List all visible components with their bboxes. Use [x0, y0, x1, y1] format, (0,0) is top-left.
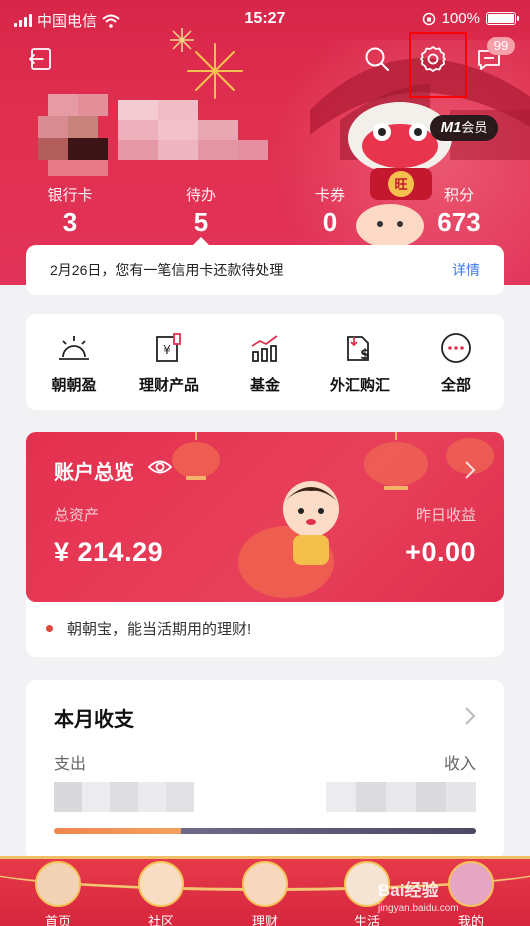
income-portion [180, 828, 476, 834]
battery-percent: 100% [441, 10, 480, 27]
stat-coupons[interactable]: 卡券 0 [285, 184, 375, 238]
sunrise-icon [59, 336, 89, 360]
stat-value: 5 [193, 207, 209, 237]
stat-bank-cards[interactable]: 银行卡 3 [25, 184, 115, 238]
pixelated-user-info [38, 94, 278, 180]
stat-value: 673 [437, 207, 481, 237]
expense-label: 支出 [54, 756, 87, 773]
account-overview-card[interactable]: 账户总览 总资产 ¥ 214.29 昨日收益 +0.00 朝朝宝，能当活期用的理… [26, 432, 504, 657]
dollar-exchange-icon: $ [347, 336, 370, 363]
baidu-jingyan-watermark: Bai经验 jingyan.baidu.com [378, 876, 459, 914]
logout-icon [29, 48, 51, 70]
notice-details-link[interactable]: 详情 [452, 260, 480, 280]
watermark-url: jingyan.baidu.com [378, 903, 459, 914]
more-dots-icon [441, 333, 471, 363]
quick-item-label: 理财产品 [138, 377, 199, 394]
watermark-title: Bai经验 [378, 881, 439, 900]
settings-highlight-box [409, 32, 467, 98]
svg-text:¥: ¥ [163, 343, 171, 357]
member-label: 会员 [461, 120, 488, 135]
notice-bar[interactable]: 2月26日，您有一笔信用卡还款待处理 详情 [26, 245, 504, 295]
quick-item-zhaozhaoying[interactable]: 朝朝盈 [26, 330, 122, 395]
bar-trend-icon [251, 335, 278, 362]
blurred-income-amount [326, 782, 476, 812]
child-mascot [238, 481, 339, 598]
quick-menu: 朝朝盈 ¥ 理财产品 基金 $ 外汇购汇 全部 [26, 314, 504, 410]
tip-dot [46, 625, 53, 632]
tab-label: 理财 [251, 914, 278, 926]
stat-points[interactable]: 积分 673 [414, 184, 504, 238]
search-button[interactable] [360, 42, 394, 76]
stat-label: 银行卡 [47, 187, 93, 204]
income-expense-ratio-bar [54, 828, 476, 834]
stat-label: 卡券 [314, 187, 345, 204]
tab-home[interactable]: 首页 [23, 861, 93, 926]
community-mascot-icon [138, 861, 184, 907]
tab-wealth[interactable]: 理财 [230, 861, 300, 926]
monthly-summary-card[interactable]: 本月收支 支出 收入 [26, 680, 504, 860]
quick-item-label: 基金 [249, 377, 280, 394]
notice-text: 2月26日，您有一笔信用卡还款待处理 [50, 262, 284, 278]
stat-label: 待办 [185, 187, 216, 204]
eye-icon[interactable] [148, 458, 172, 476]
status-right: 100% [422, 10, 519, 27]
chevron-right-icon[interactable] [464, 460, 476, 480]
quick-item-label: 朝朝盈 [51, 377, 97, 394]
member-level-badge[interactable]: M1会员 [430, 115, 498, 141]
account-overview-title: 账户总览 [54, 462, 134, 484]
message-count-badge: 99 [487, 37, 515, 55]
blurred-expense-amount [54, 782, 194, 812]
total-assets-value: ¥ 214.29 [54, 537, 164, 567]
quick-item-wealth-products[interactable]: ¥ 理财产品 [121, 330, 217, 395]
chevron-right-icon[interactable] [464, 706, 476, 726]
yesterday-income-label: 昨日收益 [415, 507, 476, 524]
wealth-mascot-icon [242, 861, 288, 907]
stat-value: 3 [62, 207, 78, 237]
quick-item-label: 外汇购汇 [329, 377, 390, 394]
total-assets-label: 总资产 [54, 507, 100, 524]
expense-portion [54, 828, 181, 834]
search-icon [365, 47, 389, 71]
yesterday-income-value: +0.00 [405, 537, 476, 567]
logout-button[interactable] [24, 42, 58, 76]
account-tip[interactable]: 朝朝宝，能当活期用的理财! [46, 618, 251, 639]
lantern-decoration [364, 432, 428, 490]
income-label: 收入 [443, 756, 476, 773]
quick-item-label: 全部 [440, 377, 471, 394]
tab-label: 首页 [44, 914, 71, 926]
stat-label: 积分 [443, 187, 474, 204]
home-mascot-icon [35, 861, 81, 907]
quick-item-all[interactable]: 全部 [408, 330, 504, 395]
lantern-decoration [172, 432, 220, 480]
monthly-summary-title: 本月收支 [54, 709, 134, 731]
quick-item-forex[interactable]: $ 外汇购汇 [312, 330, 408, 395]
stat-value: 0 [322, 207, 338, 237]
header-banner: 旺 中国电信 15:27 100% 99 M1会员 银行卡 3 待办 5 卡券 … [0, 0, 530, 285]
quick-item-funds[interactable]: 基金 [217, 330, 313, 395]
member-level: M1 [440, 119, 462, 136]
tab-label: 社区 [147, 914, 174, 926]
stat-todo[interactable]: 待办 5 [156, 184, 246, 238]
tab-community[interactable]: 社区 [126, 861, 196, 926]
orientation-lock-icon [422, 12, 435, 25]
account-tip-text: 朝朝宝，能当活期用的理财! [67, 621, 252, 638]
svg-text:$: $ [360, 347, 370, 363]
svg-text:旺: 旺 [394, 178, 407, 193]
battery-icon [486, 12, 519, 25]
yen-document-icon: ¥ [156, 333, 181, 362]
account-overview-panel: 账户总览 总资产 ¥ 214.29 昨日收益 +0.00 [26, 432, 504, 602]
